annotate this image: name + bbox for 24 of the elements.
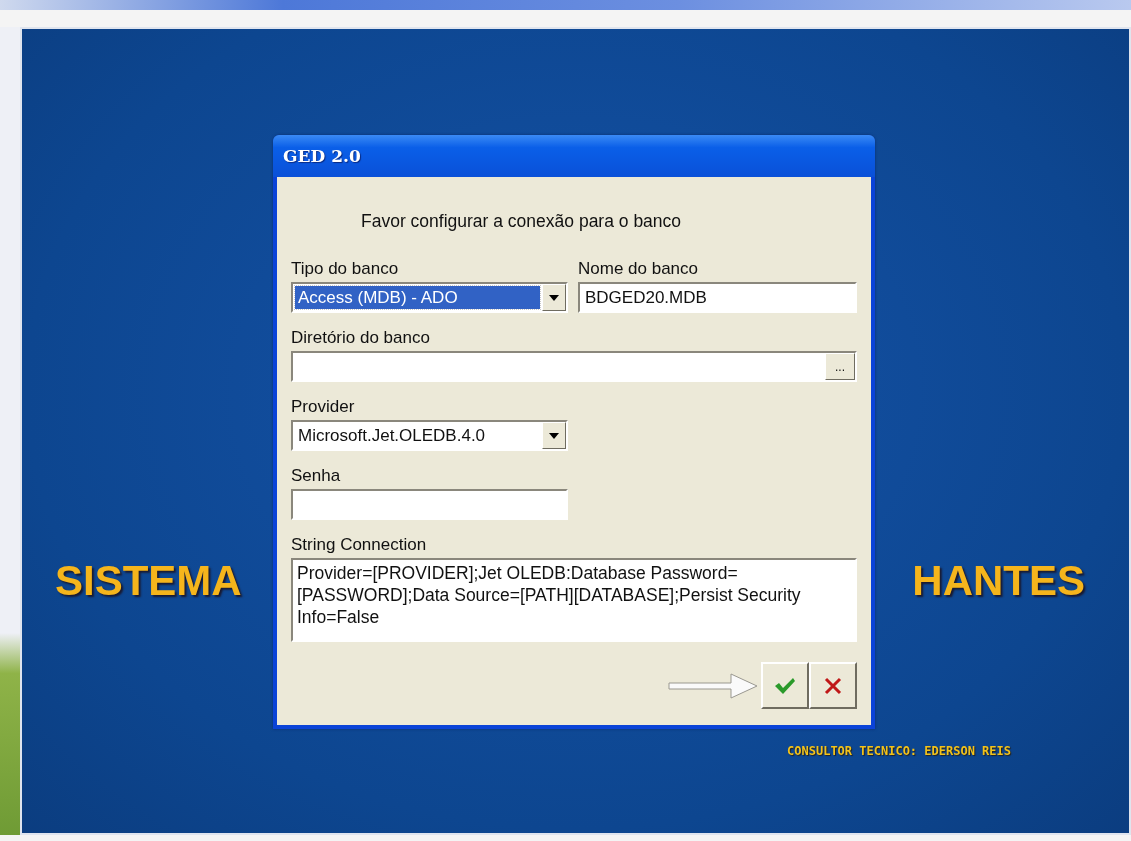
window-title: GED 2.0 bbox=[283, 146, 361, 166]
banner-title: SISTEMA bbox=[55, 556, 242, 606]
dropdown[interactable]: Access (MDB) - ADO bbox=[291, 282, 568, 313]
cancel-button[interactable] bbox=[809, 662, 857, 709]
input-field[interactable]: BDGED20.MDB bbox=[578, 282, 857, 313]
close-icon bbox=[824, 676, 842, 695]
field-label: String Connection bbox=[291, 534, 428, 556]
dropdown-arrow-icon bbox=[549, 294, 559, 301]
field-label: Senha bbox=[291, 465, 342, 487]
field-label: Tipo do banco bbox=[291, 258, 400, 280]
field-label: Nome do banco bbox=[578, 258, 700, 280]
instruction-text: Favor configurar a conexão para o banco bbox=[361, 211, 683, 232]
banner-title: HANTES bbox=[912, 556, 1085, 606]
field-label: Provider bbox=[291, 396, 356, 418]
browse-button[interactable]: ... bbox=[825, 353, 855, 380]
checkmark-icon bbox=[774, 676, 796, 695]
dropdown[interactable]: Microsoft.Jet.OLEDB.4.0 bbox=[291, 420, 568, 451]
input-field[interactable]: ... bbox=[291, 351, 857, 382]
confirm-button[interactable] bbox=[761, 662, 809, 709]
password-field[interactable] bbox=[291, 489, 568, 520]
field-label: Diretório do banco bbox=[291, 327, 431, 349]
credit-text: CONSULTOR TECNICO: EDERSON REIS bbox=[787, 744, 1011, 758]
text-area[interactable]: Provider=[PROVIDER];Jet OLEDB:Database Password=[PASSWORD];Data Source=[PATH][DATABASE];Persist Security Info=False bbox=[291, 558, 857, 642]
dropdown-arrow-icon bbox=[549, 432, 559, 439]
